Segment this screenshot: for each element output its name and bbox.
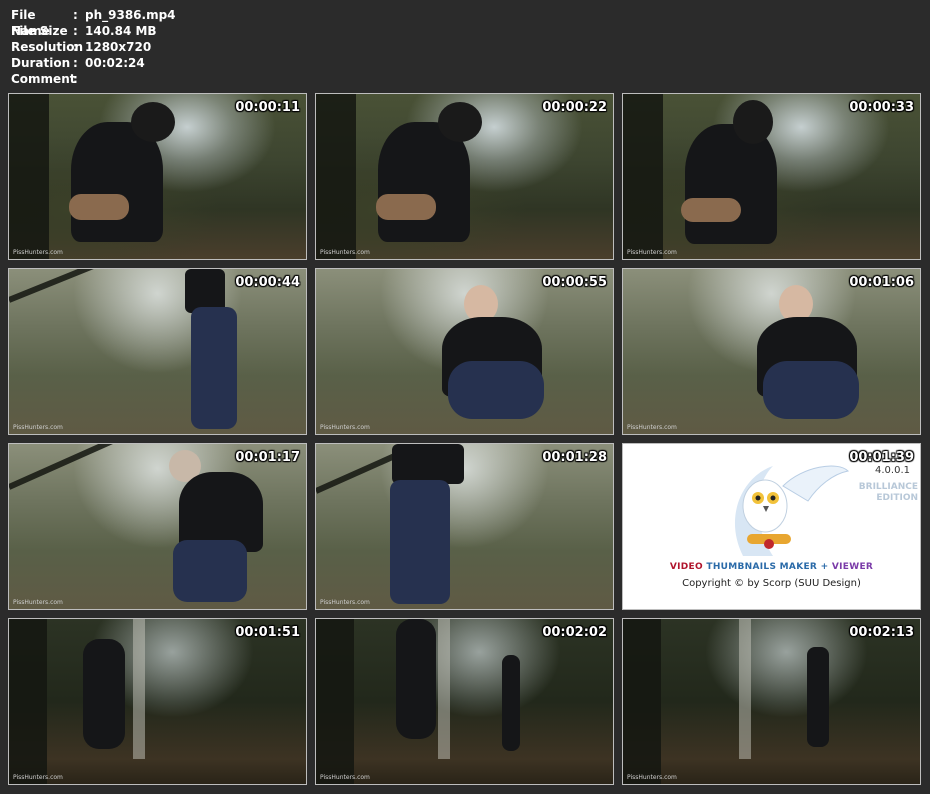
duration-row: Duration : 00:02:24 [11, 55, 176, 71]
person-figure [396, 619, 436, 739]
file-name-row: File Name : ph_9386.mp4 [11, 7, 176, 38]
person-distant [807, 647, 829, 747]
edition-line-1: BRILLIANCE [858, 482, 918, 492]
duration-value: 00:02:24 [85, 56, 145, 70]
tree-trunk [623, 94, 663, 259]
timestamp: 00:02:13 [849, 625, 914, 640]
timestamp: 00:01:17 [235, 450, 300, 465]
duration-label: Duration [11, 56, 71, 70]
watermark: PissHunters.com [13, 249, 63, 256]
thumbnail-5[interactable]: 00:00:55 PissHunters.com [315, 268, 614, 435]
separator: : [73, 24, 78, 38]
watermark: PissHunters.com [627, 774, 677, 781]
resolution-value: 1280x720 [85, 40, 152, 54]
thumbnail-grid: 00:00:11 PissHunters.com 00:00:22 PissHu… [8, 93, 922, 785]
separator: : [73, 56, 78, 70]
edition-label: BRILLIANCE EDITION [859, 482, 918, 504]
person-head [733, 100, 773, 144]
owl-logo-icon [734, 465, 850, 556]
timestamp: 00:01:39 [849, 450, 914, 465]
watermark: PissHunters.com [627, 249, 677, 256]
tree-trunk [9, 94, 49, 259]
watermark: PissHunters.com [320, 424, 370, 431]
person-distant [502, 655, 520, 751]
brand-video: VIDEO [669, 562, 703, 572]
person-jacket [392, 444, 464, 484]
person-head [131, 102, 175, 142]
thumbnail-9-logo[interactable]: 00:01:39 4.0.0.1 BRILLIANCE EDITION VIDE… [622, 443, 921, 610]
timestamp: 00:01:51 [235, 625, 300, 640]
person-detail [376, 194, 436, 220]
edition-line-2: EDITION [876, 493, 918, 503]
person-jeans [173, 540, 247, 602]
comment-label: Comment [11, 72, 76, 86]
brand-viewer: VIEWER [831, 562, 874, 572]
separator: : [73, 40, 78, 54]
timestamp: 00:00:33 [849, 100, 914, 115]
brand-plus: + [820, 562, 829, 572]
file-name-value: ph_9386.mp4 [85, 8, 176, 22]
version-label: 4.0.0.1 [875, 465, 910, 476]
resolution-label: Resolution [11, 40, 84, 54]
person-jeans [448, 361, 544, 419]
person-detail [681, 198, 741, 222]
watermark: PissHunters.com [13, 599, 63, 606]
watermark: PissHunters.com [320, 249, 370, 256]
watermark: PissHunters.com [13, 424, 63, 431]
tree-trunk [623, 619, 661, 784]
thumbnail-12[interactable]: 00:02:13 PissHunters.com [622, 618, 921, 785]
resolution-row: Resolution : 1280x720 [11, 39, 176, 55]
person-detail [69, 194, 129, 220]
tree-trunk-light [133, 619, 145, 759]
person-figure [83, 639, 125, 749]
thumbnail-7[interactable]: 00:01:17 PissHunters.com [8, 443, 307, 610]
timestamp: 00:00:55 [542, 275, 607, 290]
thumbnail-8[interactable]: 00:01:28 PissHunters.com [315, 443, 614, 610]
thumbnail-1[interactable]: 00:00:11 PissHunters.com [8, 93, 307, 260]
branch [9, 444, 120, 490]
timestamp: 00:01:06 [849, 275, 914, 290]
timestamp: 00:00:11 [235, 100, 300, 115]
watermark: PissHunters.com [320, 599, 370, 606]
file-info-panel: File Name : ph_9386.mp4 File Size : 140.… [11, 7, 176, 87]
brand-title: VIDEO THUMBNAILS MAKER + VIEWER [623, 562, 920, 572]
tree-trunk-light [438, 619, 450, 759]
thumbnail-11[interactable]: 00:02:02 PissHunters.com [315, 618, 614, 785]
copyright-text: Copyright © by Scorp (SUU Design) [682, 578, 861, 589]
timestamp: 00:00:22 [542, 100, 607, 115]
person-head [438, 102, 482, 142]
timestamp: 00:02:02 [542, 625, 607, 640]
separator: : [73, 72, 78, 86]
person-jeans [763, 361, 859, 419]
thumbnail-3[interactable]: 00:00:33 PissHunters.com [622, 93, 921, 260]
person-jeans [191, 307, 237, 429]
person-figure [685, 124, 777, 244]
thumbnail-4[interactable]: 00:00:44 PissHunters.com [8, 268, 307, 435]
watermark: PissHunters.com [320, 774, 370, 781]
timestamp: 00:01:28 [542, 450, 607, 465]
person-jeans [390, 480, 450, 604]
watermark: PissHunters.com [13, 774, 63, 781]
comment-row: Comment : [11, 71, 176, 87]
thumbnail-10[interactable]: 00:01:51 PissHunters.com [8, 618, 307, 785]
file-name-label: File Name [11, 8, 50, 38]
tree-trunk [316, 94, 356, 259]
separator: : [73, 8, 78, 22]
file-size-value: 140.84 MB [85, 24, 157, 38]
file-size-row: File Size : 140.84 MB [11, 23, 176, 39]
thumbnail-2[interactable]: 00:00:22 PissHunters.com [315, 93, 614, 260]
timestamp: 00:00:44 [235, 275, 300, 290]
file-size-label: File Size [11, 24, 68, 38]
tree-trunk [9, 619, 47, 784]
thumbnail-6[interactable]: 00:01:06 PissHunters.com [622, 268, 921, 435]
tree-trunk-light [739, 619, 751, 759]
branch [9, 269, 122, 303]
watermark: PissHunters.com [627, 424, 677, 431]
tree-trunk [316, 619, 354, 784]
brand-thumbnails: THUMBNAILS MAKER [706, 562, 818, 572]
